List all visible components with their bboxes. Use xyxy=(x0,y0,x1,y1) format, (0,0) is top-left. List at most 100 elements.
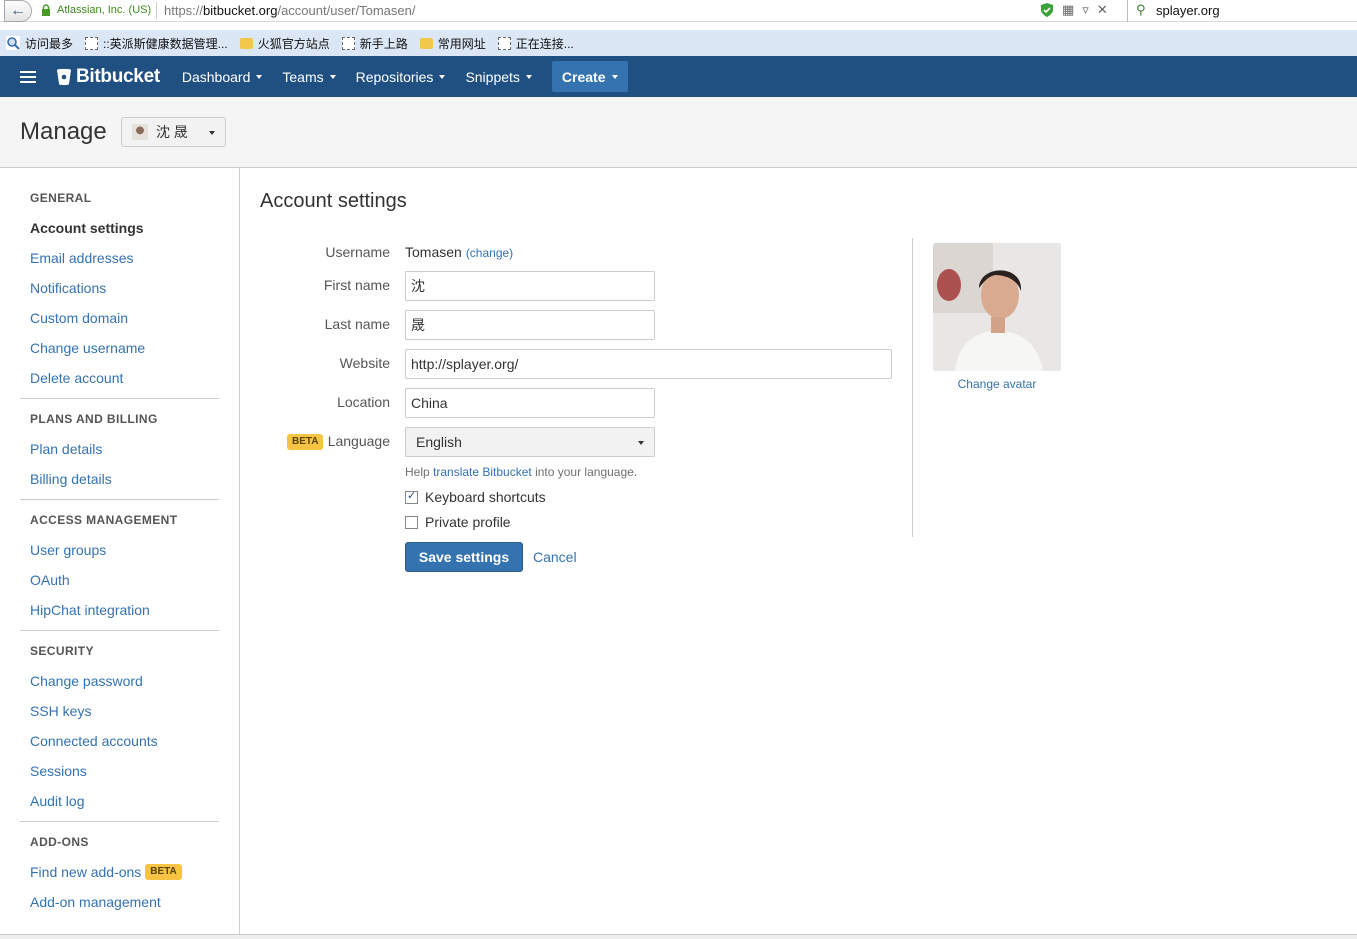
keyboard-shortcuts-checkbox[interactable] xyxy=(405,489,418,504)
sidebar-item-label: Add-on management xyxy=(30,894,161,910)
shield-icon[interactable] xyxy=(1040,2,1054,18)
last-name-field[interactable]: 晟 xyxy=(405,310,655,340)
sidebar-section: PLANS AND BILLING Plan details Billing det… xyxy=(20,404,219,494)
keyboard-shortcuts-option[interactable]: Keyboard shortcuts xyxy=(405,489,546,505)
sidebar-item-label: Find new add-ons xyxy=(30,864,142,880)
qr-code-icon[interactable]: ▦ xyxy=(1062,2,1074,18)
sidebar-item-email-addresses[interactable]: Email addresses xyxy=(20,243,219,273)
sidebar-item-label: Change password xyxy=(30,673,143,689)
sidebar-item-custom-domain[interactable]: Custom domain xyxy=(20,303,219,333)
hamburger-menu-icon[interactable] xyxy=(20,70,36,83)
sidebar-item-plan-details[interactable]: Plan details xyxy=(20,434,219,464)
save-settings-button[interactable]: Save settings xyxy=(405,542,523,572)
sidebar-item-change-username[interactable]: Change username xyxy=(20,333,219,363)
bookmark-item[interactable]: ::英派斯健康数据管理... xyxy=(85,35,228,52)
sidebar-item-add-on-management[interactable]: Add-on management xyxy=(20,887,219,917)
search-box[interactable]: ⚲ splayer.org xyxy=(1127,0,1357,22)
nav-repositories-label: Repositories xyxy=(355,68,434,85)
nav-dashboard[interactable]: Dashboard xyxy=(174,56,271,97)
nav-teams-label: Teams xyxy=(282,68,324,85)
account-switcher[interactable]: 沈 晟 xyxy=(121,117,226,147)
nav-repositories[interactable]: Repositories xyxy=(348,56,454,97)
account-name: 沈 晟 xyxy=(156,124,188,140)
dropdown-icon[interactable]: ▿ xyxy=(1082,2,1089,18)
private-profile-label: Private profile xyxy=(425,514,511,530)
search-icon: ⚲ xyxy=(1136,2,1146,17)
sidebar-item-find-new-add-ons[interactable]: Find new add-ons BETA xyxy=(20,857,219,887)
create-button[interactable]: Create xyxy=(551,61,628,92)
sidebar-item-ssh-keys[interactable]: SSH keys xyxy=(20,696,219,726)
bucket-icon xyxy=(57,68,71,85)
sidebar-item-account-settings[interactable]: Account settings xyxy=(20,213,219,243)
sidebar-heading: ADD-ONS xyxy=(30,835,89,849)
translate-link[interactable]: translate Bitbucket xyxy=(433,465,532,479)
sidebar-item-change-password[interactable]: Change password xyxy=(20,666,219,696)
sidebar-item-label: Notifications xyxy=(30,280,107,296)
chevron-down-icon xyxy=(525,74,532,79)
username-text: Tomasen xyxy=(405,244,462,260)
url-input[interactable]: https://bitbucket.org/account/user/Tomas… xyxy=(164,3,416,18)
first-name-field[interactable]: 沈 xyxy=(405,271,655,301)
sidebar-item-audit-log[interactable]: Audit log xyxy=(20,786,219,816)
private-profile-option[interactable]: Private profile xyxy=(405,514,511,530)
back-button[interactable]: ← xyxy=(4,0,32,22)
sidebar-item-user-groups[interactable]: User groups xyxy=(20,535,219,565)
sidebar-section: ACCESS MANAGEMENT User groups OAuth HipChat… xyxy=(20,505,219,625)
url-prefix: https:// xyxy=(164,3,204,18)
nav-snippets[interactable]: Snippets xyxy=(457,56,539,97)
search-value: splayer.org xyxy=(1156,3,1220,18)
create-label: Create xyxy=(561,68,606,85)
folder-icon xyxy=(239,37,253,49)
sidebar-item-label: Sessions xyxy=(30,763,87,779)
page-icon xyxy=(341,36,355,50)
change-avatar-link[interactable]: Change avatar xyxy=(933,377,1061,391)
sidebar-item-label: Connected accounts xyxy=(30,733,158,749)
username-value: Tomasen (change) xyxy=(405,244,513,260)
sidebar-item-hipchat-integration[interactable]: HipChat integration xyxy=(20,595,219,625)
bookmark-item[interactable]: 正在连接... xyxy=(497,35,574,52)
section-title: Account settings xyxy=(260,190,407,212)
sidebar-divider xyxy=(20,821,219,822)
sidebar-item-oauth[interactable]: OAuth xyxy=(20,565,219,595)
lock-icon xyxy=(42,4,50,16)
sidebar-divider xyxy=(20,398,219,399)
close-icon[interactable]: ✕ xyxy=(1097,2,1108,18)
sidebar-item-notifications[interactable]: Notifications xyxy=(20,273,219,303)
sidebar-item-label: Change username xyxy=(30,340,146,356)
language-select[interactable]: English xyxy=(405,427,655,457)
bookmark-most-visited[interactable]: 访问最多 xyxy=(6,35,73,52)
sidebar-item-label: OAuth xyxy=(30,572,70,588)
location-field[interactable]: China xyxy=(405,388,655,418)
bookmark-label: 新手上路 xyxy=(359,36,408,51)
avatar-photo xyxy=(933,243,1061,371)
site-identity[interactable]: Atlassian, Inc. (US) xyxy=(57,4,151,16)
chevron-down-icon xyxy=(209,131,215,135)
bookmark-item[interactable]: 新手上路 xyxy=(341,35,408,52)
bookmark-item[interactable]: 常用网址 xyxy=(419,35,486,52)
sidebar-item-label: Plan details xyxy=(30,441,103,457)
avatar[interactable] xyxy=(933,243,1061,371)
bookmark-label: 火狐官方站点 xyxy=(257,36,330,51)
website-field[interactable]: http://splayer.org/ xyxy=(405,349,892,379)
sidebar-item-connected-accounts[interactable]: Connected accounts xyxy=(20,726,219,756)
sidebar-item-sessions[interactable]: Sessions xyxy=(20,756,219,786)
language-help-text: Help translate Bitbucket into your langu… xyxy=(405,465,637,479)
bitbucket-logo[interactable]: Bitbucket xyxy=(56,66,160,88)
bookmark-item[interactable]: 火狐官方站点 xyxy=(239,35,330,52)
bookmark-label: 正在连接... xyxy=(515,36,574,51)
nav-teams[interactable]: Teams xyxy=(274,56,343,97)
sidebar-item-delete-account[interactable]: Delete account xyxy=(20,363,219,393)
change-username-link[interactable]: (change) xyxy=(466,246,513,260)
private-profile-checkbox[interactable] xyxy=(405,515,418,529)
sidebar-section: ADD-ONS Find new add-ons BETA Add-on manage… xyxy=(20,827,219,917)
location-label: Location xyxy=(337,394,390,410)
sidebar-item-label: SSH keys xyxy=(30,703,92,719)
sidebar-item-billing-details[interactable]: Billing details xyxy=(20,464,219,494)
url-path: /account/user/Tomasen/ xyxy=(277,3,416,18)
vertical-divider xyxy=(912,238,913,537)
cancel-link[interactable]: Cancel xyxy=(533,549,577,565)
keyboard-shortcuts-label: Keyboard shortcuts xyxy=(425,489,546,505)
nav-dashboard-label: Dashboard xyxy=(181,68,251,85)
bookmark-label: 常用网址 xyxy=(437,36,486,51)
bookmark-label: ::英派斯健康数据管理... xyxy=(103,36,228,51)
